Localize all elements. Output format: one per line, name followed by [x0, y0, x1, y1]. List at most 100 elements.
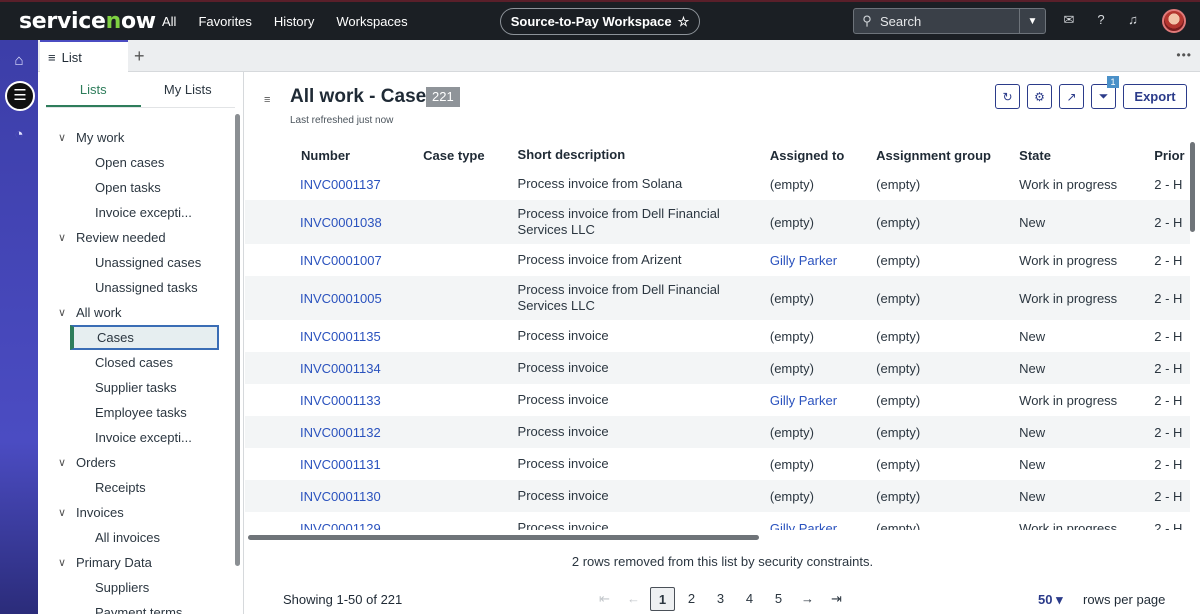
cell-assignment-group: (empty) [876, 252, 921, 268]
cell-number[interactable]: INVC0001135 [245, 329, 419, 344]
tree-item[interactable]: Payment terms [38, 600, 234, 614]
tree-item[interactable]: Employee tasks [38, 400, 234, 425]
tree-item[interactable]: Receipts [38, 475, 234, 500]
page-5[interactable]: 5 [764, 587, 793, 611]
tree-group[interactable]: ∨ My work [38, 125, 234, 150]
table-row[interactable]: INVC0001133 Process invoice Gilly Parker (e… [245, 384, 1190, 416]
tree-item[interactable]: All invoices [38, 525, 234, 550]
cell-number[interactable]: INVC0001134 [245, 361, 419, 376]
help-icon[interactable]: ? [1092, 11, 1110, 29]
cell-assigned-to[interactable]: Gilly Parker [766, 253, 872, 268]
table-row[interactable]: INVC0001132 Process invoice (empty) (empty)… [245, 416, 1190, 448]
column-short-description[interactable]: Short description [514, 147, 766, 163]
refresh-button[interactable]: ↻ [995, 84, 1020, 109]
cell-assignment-group: (empty) [876, 488, 921, 504]
page-1[interactable]: 1 [650, 587, 675, 611]
dashboard-icon[interactable]: ◔ [6, 122, 32, 148]
tree-item[interactable]: Invoice excepti... [38, 425, 234, 450]
cell-number[interactable]: INVC0001007 [245, 253, 419, 268]
vertical-scrollbar[interactable] [1190, 142, 1195, 232]
table-row[interactable]: INVC0001129 Process invoice Gilly Parker (e… [245, 512, 1190, 530]
chat-icon[interactable]: ✉ [1060, 11, 1078, 29]
cell-number[interactable]: INVC0001129 [245, 521, 419, 531]
nav-workspaces[interactable]: Workspaces [336, 14, 407, 29]
tree-group[interactable]: ∨ Primary Data [38, 550, 234, 575]
nav-favorites[interactable]: Favorites [198, 14, 251, 29]
sidebar-scrollbar[interactable] [235, 114, 240, 566]
cell-number[interactable]: INVC0001038 [245, 215, 419, 230]
cell-priority: 2 - H [1154, 328, 1183, 344]
table-row[interactable]: INVC0001130 Process invoice (empty) (empty)… [245, 480, 1190, 512]
tree-item-selected[interactable]: Cases [70, 325, 219, 350]
global-search[interactable]: ⚲ Search ▼ [853, 8, 1046, 34]
column-assigned-to[interactable]: Assigned to [766, 148, 872, 163]
servicenow-logo[interactable]: servicenow [19, 9, 156, 34]
rows-per-page-select[interactable]: 50 ▾ [1038, 592, 1063, 608]
horizontal-scrollbar[interactable] [248, 535, 759, 540]
export-button[interactable]: Export [1123, 84, 1187, 109]
table-row[interactable]: INVC0001137 Process invoice from Solana (e… [245, 168, 1190, 200]
tree-item[interactable]: Closed cases [38, 350, 234, 375]
workspace-pill[interactable]: Source-to-Pay Workspace ☆ [500, 8, 700, 35]
column-number[interactable]: Number [245, 148, 419, 163]
search-input[interactable]: Search [880, 14, 1019, 29]
add-tab-icon[interactable]: + [134, 46, 145, 67]
next-page-icon[interactable]: → [793, 587, 822, 611]
tree-item[interactable]: Unassigned tasks [38, 275, 234, 300]
cell-number[interactable]: INVC0001132 [245, 425, 419, 440]
search-dropdown-icon[interactable]: ▼ [1019, 9, 1045, 33]
column-assignment-group[interactable]: Assignment group [872, 148, 1015, 163]
bell-icon[interactable]: ♫ [1124, 11, 1142, 29]
cell-number[interactable]: INVC0001130 [245, 489, 419, 504]
list-icon[interactable]: ☰ [5, 81, 35, 111]
table-row[interactable]: INVC0001131 Process invoice (empty) (empty)… [245, 448, 1190, 480]
tree-item[interactable]: Open tasks [38, 175, 234, 200]
last-page-icon[interactable]: ⇥ [822, 587, 851, 611]
workspace-title: Source-to-Pay Workspace [510, 14, 672, 29]
nav-history[interactable]: History [274, 14, 314, 29]
page-2[interactable]: 2 [677, 587, 706, 611]
page-3[interactable]: 3 [706, 587, 735, 611]
home-icon[interactable]: ⌂ [6, 48, 32, 74]
chevron-down-icon: ∨ [58, 132, 67, 144]
table-row[interactable]: INVC0001134 Process invoice (empty) (empty)… [245, 352, 1190, 384]
cell-number[interactable]: INVC0001005 [245, 291, 419, 306]
page-4[interactable]: 4 [735, 587, 764, 611]
first-page-icon[interactable]: ⇤ [590, 587, 619, 611]
table-row[interactable]: INVC0001038 Process invoice from Dell Fin… [245, 200, 1190, 244]
cell-assigned-to[interactable]: Gilly Parker [766, 521, 872, 531]
tree-group[interactable]: ∨ Review needed [38, 225, 234, 250]
tab-lists[interactable]: Lists [46, 72, 141, 107]
more-icon[interactable]: ••• [1176, 48, 1192, 62]
tab-my-lists[interactable]: My Lists [141, 72, 236, 107]
cell-assigned-to[interactable]: Gilly Parker [766, 393, 872, 408]
settings-button[interactable]: ⚙ [1027, 84, 1052, 109]
table-row[interactable]: INVC0001007 Process invoice from Arizent G… [245, 244, 1190, 276]
tree-item[interactable]: Unassigned cases [38, 250, 234, 275]
tree-item-label: Invoice excepti... [95, 430, 192, 445]
table-row[interactable]: INVC0001005 Process invoice from Dell Fin… [245, 276, 1190, 320]
cell-number[interactable]: INVC0001131 [245, 457, 419, 472]
collapse-icon[interactable]: ≡ [264, 94, 270, 106]
tree-item[interactable]: Supplier tasks [38, 375, 234, 400]
tree-group[interactable]: ∨ Orders [38, 450, 234, 475]
tree-item[interactable]: Open cases [38, 150, 234, 175]
chevron-down-icon: ∨ [58, 507, 67, 519]
nav-all[interactable]: All [162, 14, 176, 29]
tab-list[interactable]: ≡ List [40, 40, 128, 72]
column-priority[interactable]: Prior [1150, 148, 1190, 163]
tree-item[interactable]: Suppliers [38, 575, 234, 600]
tree-group[interactable]: ∨ All work [38, 300, 234, 325]
tree-item[interactable]: Invoice excepti... [38, 200, 234, 225]
filter-button[interactable]: ⏷ 1 [1091, 76, 1119, 109]
cell-number[interactable]: INVC0001133 [245, 393, 419, 408]
tree-group[interactable]: ∨ Invoices [38, 500, 234, 525]
avatar[interactable] [1162, 9, 1186, 33]
column-state[interactable]: State [1015, 148, 1150, 163]
cell-number[interactable]: INVC0001137 [245, 177, 419, 192]
open-new-button[interactable]: ↗ [1059, 84, 1084, 109]
table-row[interactable]: INVC0001135 Process invoice (empty) (empty)… [245, 320, 1190, 352]
column-case-type[interactable]: Case type [419, 148, 513, 163]
prev-page-icon[interactable]: ← [619, 587, 648, 611]
star-icon[interactable]: ☆ [678, 14, 690, 30]
